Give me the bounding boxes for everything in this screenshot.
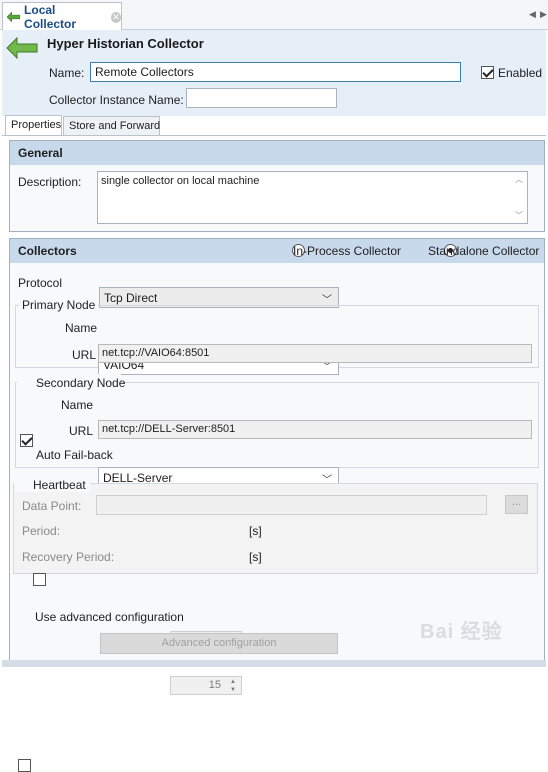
protocol-label: Protocol xyxy=(18,276,63,290)
browse-data-point-button: ... xyxy=(505,495,528,514)
description-scrollbar[interactable]: ︿ ﹀ xyxy=(513,174,525,221)
recovery-period-stepper: 15 ▲ ▼ xyxy=(170,676,242,695)
back-arrow-icon xyxy=(7,12,21,22)
chevron-down-icon: ﹀ xyxy=(322,295,332,306)
close-tab-icon[interactable]: ✕ xyxy=(110,11,121,23)
auto-failback-label: Auto Fail-back xyxy=(36,448,113,462)
tab-scroll-right-icon[interactable]: ▶ xyxy=(540,9,547,20)
secondary-node-checkbox[interactable] xyxy=(20,434,33,447)
period-unit: [s] xyxy=(249,524,262,538)
data-point-field xyxy=(96,495,487,515)
instance-name-label: Collector Instance Name: xyxy=(49,93,184,107)
enabled-checkbox[interactable] xyxy=(481,66,494,79)
recovery-period-unit: [s] xyxy=(249,550,262,564)
advanced-config-checkbox[interactable] xyxy=(18,759,31,772)
period-label: Period: xyxy=(22,524,61,538)
protocol-value: Tcp Direct xyxy=(104,291,158,305)
scroll-up-icon[interactable]: ︿ xyxy=(513,174,525,185)
name-field[interactable]: Remote Collectors xyxy=(90,62,461,82)
advanced-config-button: Advanced configuration xyxy=(100,633,338,654)
tab-divider xyxy=(2,135,546,136)
primary-name-label: Name xyxy=(65,321,98,335)
primary-url-label: URL xyxy=(72,348,97,362)
data-point-label: Data Point: xyxy=(22,499,82,513)
instance-name-field[interactable] xyxy=(186,88,337,108)
advanced-config-label: Use advanced configuration xyxy=(35,610,184,624)
back-arrow-large-icon[interactable] xyxy=(6,37,38,59)
general-heading: General xyxy=(10,141,544,165)
spin-down-icon: ▼ xyxy=(230,687,236,693)
enabled-label: Enabled xyxy=(498,66,543,80)
document-tab[interactable]: Local Collector ✕ xyxy=(2,2,122,31)
description-field[interactable]: single collector on local machine ︿ ﹀ xyxy=(97,171,528,224)
document-tab-label: Local Collector xyxy=(24,3,77,31)
secondary-node-legend: Secondary Node xyxy=(36,376,126,390)
page-title: Hyper Historian Collector xyxy=(47,36,204,51)
name-label: Name: xyxy=(49,66,85,80)
spin-up-icon: ▲ xyxy=(230,679,236,685)
recovery-period-value: 15 xyxy=(208,679,221,691)
primary-url-field[interactable]: net.tcp://VAIO64:8501 xyxy=(98,344,532,363)
heartbeat-legend: Heartbeat xyxy=(33,478,86,492)
tab-scroll-left-icon[interactable]: ◀ xyxy=(529,9,536,20)
tab-properties[interactable]: Properties xyxy=(5,115,62,136)
description-label: Description: xyxy=(18,175,82,189)
recovery-period-label: Recovery Period: xyxy=(22,550,115,564)
description-text: single collector on local machine xyxy=(101,175,260,187)
heartbeat-checkbox[interactable] xyxy=(33,573,47,586)
secondary-name-label: Name xyxy=(61,398,94,412)
tab-store-and-forward[interactable]: Store and Forward xyxy=(63,116,160,136)
primary-node-legend: Primary Node xyxy=(19,298,99,312)
secondary-url-field[interactable]: net.tcp://DELL-Server:8501 xyxy=(98,420,532,439)
watermark: Bai 经验 xyxy=(420,621,503,643)
secondary-url-label: URL xyxy=(69,424,94,438)
inprocess-label: In-Process Collector xyxy=(293,244,402,258)
scroll-down-icon[interactable]: ﹀ xyxy=(513,210,525,221)
standalone-label: Standalone Collector xyxy=(428,244,540,258)
bottom-border xyxy=(2,660,546,667)
